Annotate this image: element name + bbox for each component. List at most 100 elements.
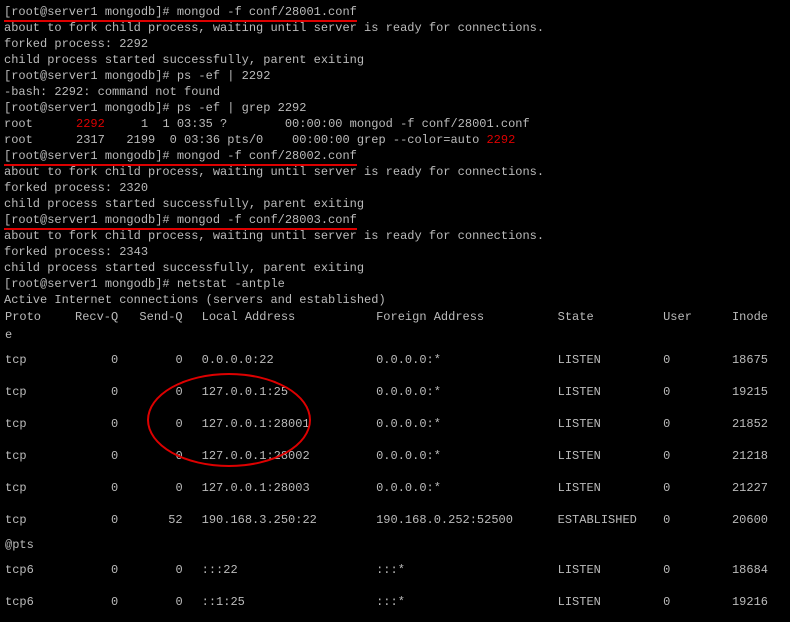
table-row: tcp052190.168.3.250:22190.168.0.252:5250…: [4, 504, 786, 536]
table-cell: 0.0.0.0:*: [375, 440, 557, 472]
terminal-line: about to fork child process, waiting unt…: [4, 228, 786, 244]
table-cell: 20600: [731, 504, 786, 536]
table-cell: tcp: [4, 472, 72, 504]
highlighted-pid: 2292: [486, 133, 515, 147]
table-cell: 0: [72, 344, 136, 376]
col-inode: Inode: [731, 308, 786, 326]
table-row: tcp600::1:25:::*LISTEN019216: [4, 586, 786, 618]
ps-rest: 1 1 03:35 ? 00:00:00 mongod -f conf/2800…: [105, 117, 530, 131]
cmd: ps -ef | grep 2292: [177, 101, 307, 115]
col-sendq: Send-Q: [136, 308, 200, 326]
table-cell: 0.0.0.0:*: [375, 344, 557, 376]
cmd: mongod -f conf/28002.conf: [177, 149, 357, 163]
table-cell: 0: [136, 408, 200, 440]
prompt: [root@server1 mongodb]#: [4, 213, 177, 227]
ps-pre: root 2317 2199 0 03:36 pts/0 00:00:00 gr…: [4, 133, 486, 147]
table-cell: LISTEN: [557, 554, 662, 586]
table-cell: 0: [72, 504, 136, 536]
terminal-line: child process started successfully, pare…: [4, 260, 786, 276]
netstat-table: Proto Recv-Q Send-Q Local Address Foreig…: [4, 308, 786, 618]
terminal-line-cmd1: [root@server1 mongodb]# mongod -f conf/2…: [4, 4, 786, 20]
table-cell: 0: [72, 440, 136, 472]
table-cell: 127.0.0.1:25: [201, 376, 375, 408]
table-row: tcp00127.0.0.1:280030.0.0.0:*LISTEN02122…: [4, 472, 786, 504]
table-cell: 0: [72, 554, 136, 586]
table-cell: tcp: [4, 376, 72, 408]
prompt: [root@server1 mongodb]#: [4, 277, 177, 291]
netstat-table-container: Proto Recv-Q Send-Q Local Address Foreig…: [4, 308, 786, 618]
prompt: [root@server1 mongodb]#: [4, 149, 177, 163]
col-state: State: [557, 308, 662, 326]
table-cell: 0: [136, 440, 200, 472]
table-row: tcp000.0.0.0:220.0.0.0:*LISTEN018675: [4, 344, 786, 376]
terminal-line: -bash: 2292: command not found: [4, 84, 786, 100]
col-user: User: [662, 308, 731, 326]
table-cell: 0: [662, 440, 731, 472]
col-foreign: Foreign Address: [375, 308, 557, 326]
table-cell: tcp6: [4, 586, 72, 618]
table-cell: 52: [136, 504, 200, 536]
table-cell: 0: [662, 344, 731, 376]
col-proto: Proto: [4, 308, 72, 326]
terminal-line: about to fork child process, waiting unt…: [4, 20, 786, 36]
table-cell: LISTEN: [557, 440, 662, 472]
terminal-line: about to fork child process, waiting unt…: [4, 164, 786, 180]
table-cell: 19215: [731, 376, 786, 408]
table-cell: 0: [136, 344, 200, 376]
table-cell: 0: [72, 586, 136, 618]
table-cell: 127.0.0.1:28002: [201, 440, 375, 472]
terminal-line-cmd6: [root@server1 mongodb]# netstat -antple: [4, 276, 786, 292]
col-local: Local Address: [201, 308, 375, 326]
table-cell: tcp: [4, 504, 72, 536]
table-cell: 127.0.0.1:28001: [201, 408, 375, 440]
table-cell: tcp: [4, 344, 72, 376]
table-cell: :::22: [201, 554, 375, 586]
table-cell: 190.168.0.252:52500: [375, 504, 557, 536]
table-cell: @pts: [4, 536, 786, 554]
prompt: [root@server1 mongodb]#: [4, 5, 177, 19]
table-cell: LISTEN: [557, 586, 662, 618]
table-row-suffix: @pts: [4, 536, 786, 554]
table-cell: ::1:25: [201, 586, 375, 618]
table-row: tcp00127.0.0.1:280020.0.0.0:*LISTEN02121…: [4, 440, 786, 472]
table-cell: 0: [72, 472, 136, 504]
table-row: tcp00127.0.0.1:280010.0.0.0:*LISTEN02185…: [4, 408, 786, 440]
terminal-line: forked process: 2292: [4, 36, 786, 52]
table-cell: LISTEN: [557, 408, 662, 440]
cmd: ps -ef | 2292: [177, 69, 271, 83]
table-cell: 0.0.0.0:*: [375, 408, 557, 440]
terminal-line: forked process: 2343: [4, 244, 786, 260]
terminal-line: child process started successfully, pare…: [4, 52, 786, 68]
table-cell: 0: [662, 472, 731, 504]
prompt: [root@server1 mongodb]#: [4, 101, 177, 115]
table-cell: tcp6: [4, 554, 72, 586]
terminal-line: child process started successfully, pare…: [4, 196, 786, 212]
table-cell: 0.0.0.0:22: [201, 344, 375, 376]
table-cell: :::*: [375, 554, 557, 586]
table-cell: tcp: [4, 408, 72, 440]
table-cell: 0: [136, 554, 200, 586]
table-cell: 0: [136, 586, 200, 618]
table-cell: LISTEN: [557, 376, 662, 408]
table-cell: ESTABLISHED: [557, 504, 662, 536]
table-cell: 21852: [731, 408, 786, 440]
terminal-line-cmd5: [root@server1 mongodb]# mongod -f conf/2…: [4, 212, 786, 228]
table-cell: 0: [662, 586, 731, 618]
table-header-row: Proto Recv-Q Send-Q Local Address Foreig…: [4, 308, 786, 326]
cmd: netstat -antple: [177, 277, 285, 291]
col-recvq: Recv-Q: [72, 308, 136, 326]
col-wrap: e: [4, 326, 786, 344]
table-cell: 21227: [731, 472, 786, 504]
table-cell: 190.168.3.250:22: [201, 504, 375, 536]
table-cell: 127.0.0.1:28003: [201, 472, 375, 504]
table-cell: 0: [662, 376, 731, 408]
table-cell: 0: [662, 408, 731, 440]
terminal-line-cmd2: [root@server1 mongodb]# ps -ef | 2292: [4, 68, 786, 84]
table-cell: 18675: [731, 344, 786, 376]
table-cell: 0: [72, 408, 136, 440]
table-cell: LISTEN: [557, 472, 662, 504]
table-cell: 21218: [731, 440, 786, 472]
table-cell: 0: [72, 376, 136, 408]
table-cell: 18684: [731, 554, 786, 586]
terminal-line-cmd3: [root@server1 mongodb]# ps -ef | grep 22…: [4, 100, 786, 116]
